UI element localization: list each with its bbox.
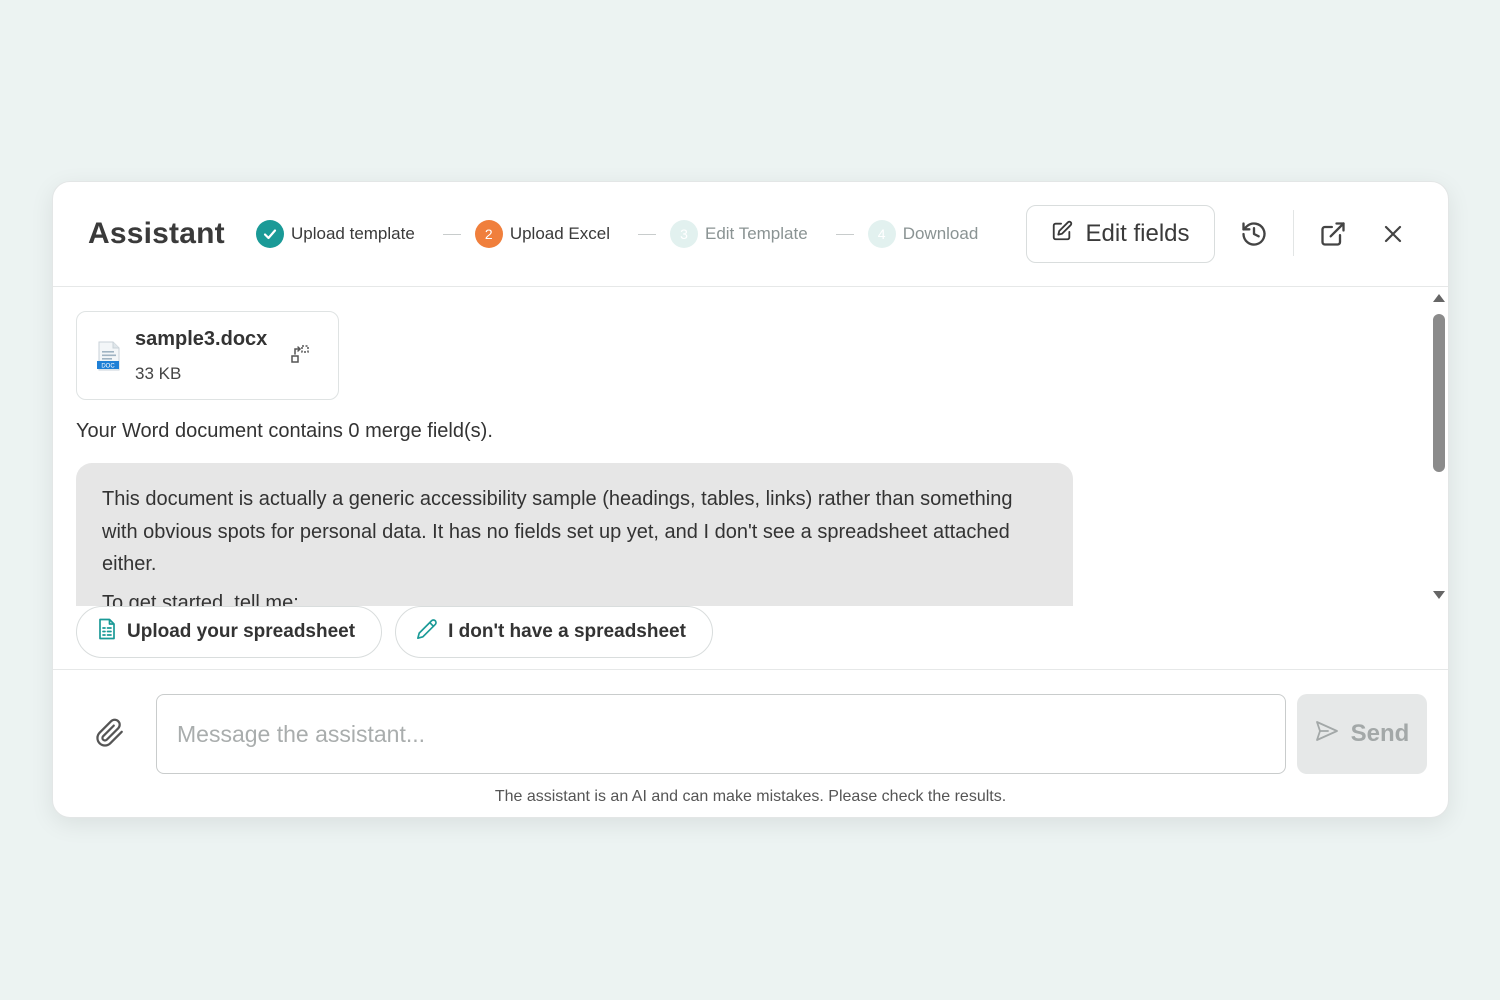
step-label: Download: [902, 224, 979, 243]
assistant-panel: Assistant Upload template 2 Upload Excel…: [52, 181, 1449, 818]
send-label: Send: [1350, 720, 1410, 747]
step-number: 3: [669, 220, 698, 248]
chat-scrollbar[interactable]: [1431, 290, 1445, 606]
no-spreadsheet-label: I don't have a spreadsheet: [448, 621, 686, 642]
step-upload-template[interactable]: Upload template: [256, 220, 415, 248]
step-number: 4: [867, 220, 896, 248]
assistant-message-text: To get started, tell me:: [102, 591, 299, 607]
check-icon: [256, 220, 284, 248]
paperclip-icon[interactable]: [95, 717, 125, 754]
chat-scroll-area[interactable]: DOC sample3.docx 33 KB Your Word documen…: [53, 288, 1448, 606]
ai-disclaimer: The assistant is an AI and can make mist…: [494, 788, 1007, 805]
step-edit-template[interactable]: 3 Edit Template: [669, 220, 808, 248]
step-separator: [442, 233, 461, 235]
replace-file-icon[interactable]: [290, 343, 312, 370]
scrollbar-thumb[interactable]: [1433, 314, 1445, 472]
panel-header: Assistant Upload template 2 Upload Excel…: [53, 182, 1448, 287]
step-separator: [637, 233, 656, 235]
step-separator: [835, 233, 854, 235]
edit-icon: [1051, 220, 1073, 249]
upload-spreadsheet-button[interactable]: Upload your spreadsheet: [76, 606, 383, 658]
file-size: 33 KB: [135, 364, 182, 383]
merge-field-info: Your Word document contains 0 merge fiel…: [76, 420, 493, 442]
scroll-up-arrow-icon[interactable]: [1433, 294, 1445, 302]
assistant-message-bubble: This document is actually a generic acce…: [76, 463, 1073, 606]
scroll-down-arrow-icon[interactable]: [1433, 591, 1445, 599]
external-link-icon[interactable]: [1317, 218, 1349, 250]
edit-fields-label: Edit fields: [1085, 220, 1190, 247]
close-icon[interactable]: [1377, 218, 1409, 250]
step-download[interactable]: 4 Download: [867, 220, 979, 248]
file-name: sample3.docx: [135, 328, 268, 350]
step-upload-excel[interactable]: 2 Upload Excel: [474, 220, 610, 248]
word-document-icon: DOC: [97, 341, 121, 376]
upload-spreadsheet-label: Upload your spreadsheet: [127, 621, 356, 642]
step-label: Upload template: [291, 224, 415, 243]
step-label: Upload Excel: [509, 224, 610, 243]
send-icon: [1315, 720, 1339, 749]
send-button[interactable]: Send: [1297, 694, 1427, 774]
quick-actions: Upload your spreadsheet I don't have a s…: [76, 606, 713, 658]
assistant-message-text: This document is actually a generic acce…: [102, 488, 1013, 575]
message-input[interactable]: [156, 694, 1286, 774]
progress-stepper: Upload template 2 Upload Excel 3 Edit Te…: [256, 219, 978, 249]
footer-divider: [53, 669, 1448, 670]
step-label: Edit Template: [704, 224, 808, 243]
header-divider: [1293, 210, 1294, 256]
history-icon[interactable]: [1238, 218, 1270, 250]
panel-title: Assistant: [88, 217, 225, 250]
edit-fields-button[interactable]: Edit fields: [1026, 205, 1215, 263]
step-number: 2: [474, 220, 503, 248]
spreadsheet-icon: [97, 618, 117, 646]
pencil-icon: [416, 618, 438, 646]
attached-file-card[interactable]: DOC sample3.docx 33 KB: [76, 311, 339, 400]
no-spreadsheet-button[interactable]: I don't have a spreadsheet: [395, 606, 713, 658]
file-type-badge: DOC: [101, 363, 115, 369]
